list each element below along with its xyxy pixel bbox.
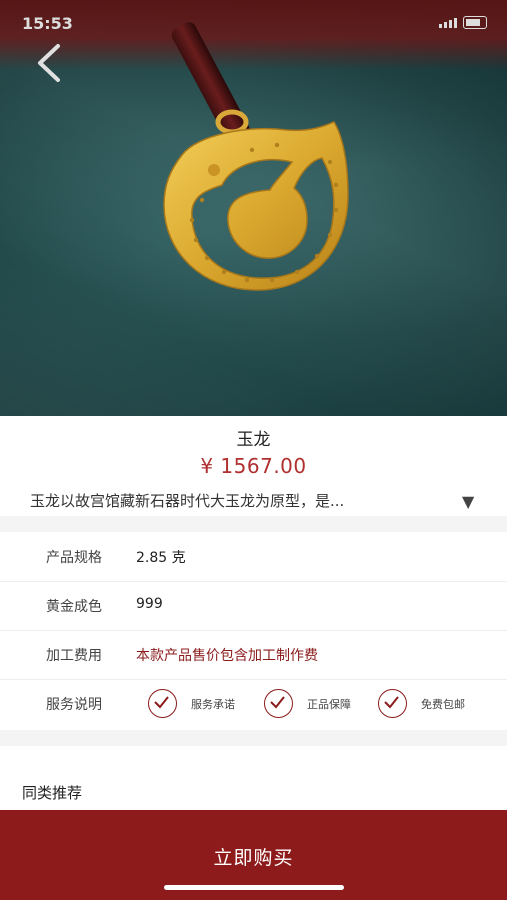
top-band: [0, 0, 507, 70]
chevron-left-icon[interactable]: [34, 42, 64, 84]
spec-table: 产品规格 2.85 克 黄金成色 999 加工费用 本款产品售价包含加工制作费 …: [0, 532, 507, 730]
check-circle-icon: [378, 689, 407, 718]
service-item-label: 服务承诺: [191, 697, 235, 711]
product-image: 15:53: [0, 0, 507, 416]
status-icons: [439, 16, 487, 29]
product-info: 玉龙 ¥ 1567.00 玉龙以故宫馆藏新石器时代大玉龙为原型，是... ▼: [0, 416, 507, 516]
service-item-free-shipping[interactable]: 免费包邮: [378, 689, 465, 718]
check-circle-icon: [264, 689, 293, 718]
recommend-section: 同类推荐: [0, 746, 507, 810]
triangle-down-icon[interactable]: ▼: [462, 492, 474, 511]
service-label: 服务说明: [46, 697, 102, 713]
product-price: ¥ 1567.00: [200, 454, 307, 478]
service-item-authentic[interactable]: 正品保障: [264, 689, 351, 718]
product-description: 玉龙以故宫馆藏新石器时代大玉龙为原型，是...: [30, 492, 345, 510]
spec-row: 产品规格 2.85 克: [0, 532, 507, 582]
spec-row: 黄金成色 999: [0, 581, 507, 631]
signal-icon: [439, 17, 457, 28]
recommend-heading: 同类推荐: [22, 784, 83, 802]
spec-label: 加工费用: [46, 648, 102, 664]
spec-row: 加工费用 本款产品售价包含加工制作费: [0, 630, 507, 680]
service-row: 服务说明 服务承诺 正品保障 免费包邮: [0, 679, 507, 728]
home-indicator: [164, 885, 344, 890]
product-title: 玉龙: [236, 430, 271, 450]
spec-value: 2.85 克: [136, 550, 186, 566]
service-item-label: 免费包邮: [421, 697, 465, 711]
spec-value: 本款产品售价包含加工制作费: [136, 648, 318, 664]
gold-pendant-image: [163, 109, 349, 291]
spec-value: 999: [136, 596, 163, 612]
check-circle-icon: [148, 689, 177, 718]
status-time: 15:53: [22, 14, 73, 33]
service-item-promise[interactable]: 服务承诺: [148, 689, 235, 718]
buy-now-label: 立即购买: [213, 847, 294, 869]
battery-icon: [463, 16, 487, 29]
spec-label: 产品规格: [46, 550, 102, 566]
service-item-label: 正品保障: [307, 697, 351, 711]
spec-label: 黄金成色: [46, 599, 102, 615]
